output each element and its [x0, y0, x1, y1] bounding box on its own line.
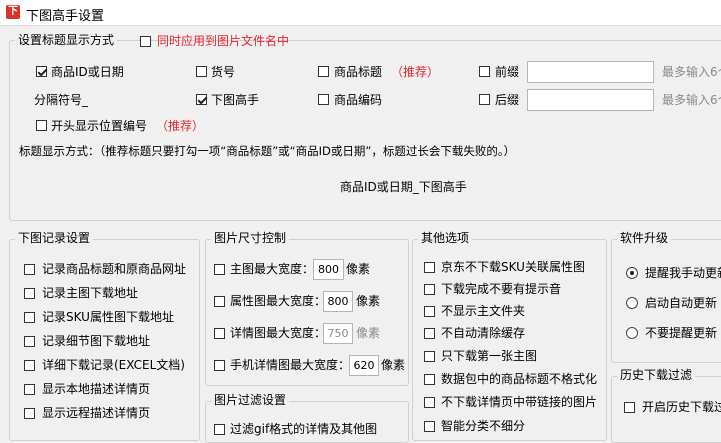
title-display-legend: 设置标题显示方式 — [15, 33, 118, 47]
upgrade-manual-label[interactable]: 提醒我手动更新 — [645, 265, 721, 281]
window-title: 下图高手设置 — [26, 9, 105, 24]
download-record-legend: 下图记录设置 — [15, 231, 94, 245]
image-filter-legend: 图片过滤设置 — [211, 393, 290, 407]
mobile-width-label[interactable]: 手机详情图最大宽度： — [230, 357, 350, 373]
product-title-label[interactable]: 商品标题 — [334, 64, 382, 80]
no-auto-clear-cache-checkbox[interactable] — [424, 328, 435, 339]
upgrade-auto-label[interactable]: 启动自动更新 — [645, 295, 717, 311]
detail-width-checkbox[interactable] — [214, 328, 225, 339]
no-sound-checkbox[interactable] — [424, 284, 435, 295]
other-options-legend: 其他选项 — [418, 231, 473, 245]
attr-width-input[interactable]: 800 — [323, 291, 353, 312]
title-bar: 下 下图高手设置 — [0, 0, 721, 26]
product-code-checkbox[interactable] — [318, 94, 329, 105]
record-main-url-label[interactable]: 记录主图下载地址 — [42, 285, 138, 301]
attr-width-checkbox[interactable] — [214, 296, 225, 307]
show-remote-detail-label[interactable]: 显示远程描述详情页 — [42, 405, 150, 421]
suffix-label[interactable]: 后缀 — [495, 92, 519, 108]
size-control-legend: 图片尺寸控制 — [211, 231, 290, 245]
huohao-label[interactable]: 货号 — [211, 64, 235, 80]
product-id-date-label[interactable]: 商品ID或日期 — [51, 64, 124, 80]
filter-gif-label[interactable]: 过滤gif格式的详情及其他图 — [230, 421, 377, 437]
no-format-title-checkbox[interactable] — [424, 374, 435, 385]
separator-label: 分隔符号_ — [34, 93, 89, 107]
record-sku-url-checkbox[interactable] — [24, 312, 35, 323]
apply-to-filename-label[interactable]: 同时应用到图片文件名中 — [157, 33, 289, 49]
product-title-checkbox[interactable] — [318, 66, 329, 77]
xiatu-label[interactable]: 下图高手 — [211, 92, 259, 108]
main-width-label[interactable]: 主图最大宽度： — [230, 261, 314, 277]
hide-main-folder-checkbox[interactable] — [424, 306, 435, 317]
suffix-max-hint: 最多输入6个 — [662, 93, 721, 107]
show-local-detail-label[interactable]: 显示本地描述详情页 — [42, 381, 150, 397]
attr-width-label[interactable]: 属性图最大宽度： — [230, 293, 326, 309]
mobile-width-checkbox[interactable] — [214, 360, 225, 371]
record-main-url-checkbox[interactable] — [24, 288, 35, 299]
history-filter-checkbox[interactable] — [624, 402, 635, 413]
xiatu-checkbox[interactable] — [196, 94, 207, 105]
show-local-detail-checkbox[interactable] — [24, 384, 35, 395]
filter-gif-checkbox[interactable] — [214, 424, 225, 435]
upgrade-manual-radio[interactable] — [626, 267, 638, 279]
detail-width-label[interactable]: 详情图最大宽度： — [230, 325, 326, 341]
prefix-checkbox[interactable] — [479, 66, 490, 77]
main-width-input[interactable]: 800 — [313, 259, 344, 280]
no-format-title-label[interactable]: 数据包中的商品标题不格式化 — [441, 371, 597, 387]
upgrade-none-radio[interactable] — [626, 327, 638, 339]
record-title-url-label[interactable]: 记录商品标题和原商品网址 — [42, 261, 186, 277]
history-filter-legend: 历史下载过滤 — [617, 368, 696, 382]
main-width-unit: 像素 — [346, 262, 371, 276]
position-number-checkbox[interactable] — [36, 120, 47, 131]
record-detail-url-label[interactable]: 记录细节图下载地址 — [42, 333, 150, 349]
record-title-url-checkbox[interactable] — [24, 264, 35, 275]
first-main-only-label[interactable]: 只下载第一张主图 — [441, 348, 537, 364]
huohao-checkbox[interactable] — [196, 66, 207, 77]
suffix-checkbox[interactable] — [479, 94, 490, 105]
no-auto-clear-cache-label[interactable]: 不自动清除缓存 — [441, 325, 525, 341]
mobile-width-unit: 像素 — [381, 358, 406, 372]
prefix-input[interactable] — [527, 61, 654, 83]
prefix-max-hint: 最多输入6个 — [662, 65, 721, 79]
history-filter-label[interactable]: 开启历史下载过滤 — [642, 399, 721, 415]
smart-category-checkbox[interactable] — [424, 421, 435, 432]
record-sku-url-label[interactable]: 记录SKU属性图下载地址 — [42, 309, 174, 325]
record-detail-url-checkbox[interactable] — [24, 336, 35, 347]
prefix-label[interactable]: 前缀 — [495, 64, 519, 80]
attr-width-unit: 像素 — [356, 294, 381, 308]
no-sound-label[interactable]: 下载完成不要有提示音 — [441, 281, 561, 297]
title-display-note: 标题显示方式：（推荐标题只要打勾一项“商品标题”或“商品ID或日期”，标题过长会… — [19, 144, 516, 158]
detail-width-input[interactable]: 750 — [323, 323, 353, 344]
mobile-width-input[interactable]: 620 — [349, 355, 379, 376]
apply-to-filename-checkbox[interactable] — [140, 36, 151, 47]
recommend-badge-1: （推荐） — [391, 65, 440, 79]
main-width-checkbox[interactable] — [214, 264, 225, 275]
no-link-images-checkbox[interactable] — [424, 397, 435, 408]
show-remote-detail-checkbox[interactable] — [24, 408, 35, 419]
product-code-label[interactable]: 商品编码 — [334, 92, 382, 108]
first-main-only-checkbox[interactable] — [424, 351, 435, 362]
detail-width-unit: 像素 — [356, 326, 381, 340]
detailed-record-checkbox[interactable] — [24, 360, 35, 371]
no-link-images-label[interactable]: 不下载详情页中带链接的图片 — [441, 394, 597, 410]
product-id-date-checkbox[interactable] — [36, 66, 47, 77]
suffix-input[interactable] — [527, 89, 654, 111]
jd-no-sku-checkbox[interactable] — [424, 262, 435, 273]
hide-main-folder-label[interactable]: 不显示主文件夹 — [441, 303, 525, 319]
app-icon: 下 — [6, 5, 20, 19]
upgrade-legend: 软件升级 — [617, 231, 672, 245]
position-number-label[interactable]: 开头显示位置编号 — [51, 118, 147, 134]
detailed-record-label[interactable]: 详细下载记录(EXCEL文档) — [42, 357, 185, 373]
jd-no-sku-label[interactable]: 京东不下载SKU关联属性图 — [441, 259, 585, 275]
upgrade-auto-radio[interactable] — [626, 297, 638, 309]
upgrade-none-label[interactable]: 不要提醒更新 — [645, 325, 717, 341]
title-preview: 商品ID或日期_下图高手 — [340, 180, 467, 194]
recommend-badge-2: （推荐） — [156, 119, 205, 133]
